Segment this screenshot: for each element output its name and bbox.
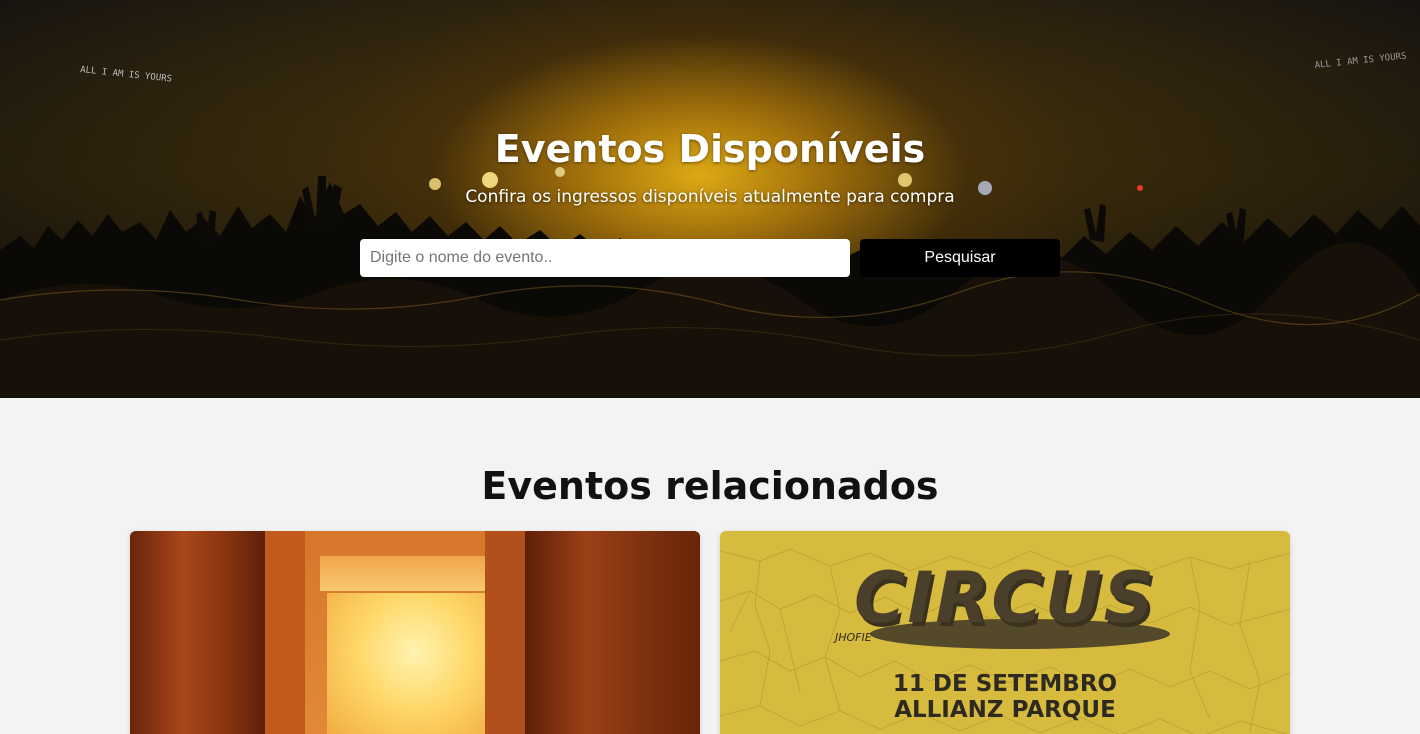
poster-door-top [320,556,510,591]
poster-pillar [265,531,305,734]
search-input[interactable] [360,239,850,277]
page-title: Eventos Disponíveis [494,127,926,171]
poster-pillar [485,531,525,734]
page-subtitle: Confira os ingressos disponíveis atualme… [465,187,955,207]
poster-frame-right [525,531,700,734]
hero-content: Eventos Disponíveis Confira os ingressos… [0,0,1420,398]
poster-signature: JHOFIE [835,631,872,644]
related-events-title: Eventos relacionados [481,464,939,508]
event-date: 11 DE SETEMBRO [892,671,1118,697]
hero-banner: ALL I AM IS YOURS ALL I AM IS YOURS Even… [0,0,1420,398]
event-card-2[interactable]: CIRCUS JHOFIE 11 DE SETEMBRO ALLIANZ PAR… [720,531,1290,734]
poster-frame-left [130,531,265,734]
poster-door-light [327,593,503,734]
event-venue: ALLIANZ PARQUE [894,697,1116,723]
event-card-1[interactable] [130,531,700,734]
poster-title: CIRCUS [854,557,1156,639]
search-button[interactable]: Pesquisar [860,239,1060,277]
